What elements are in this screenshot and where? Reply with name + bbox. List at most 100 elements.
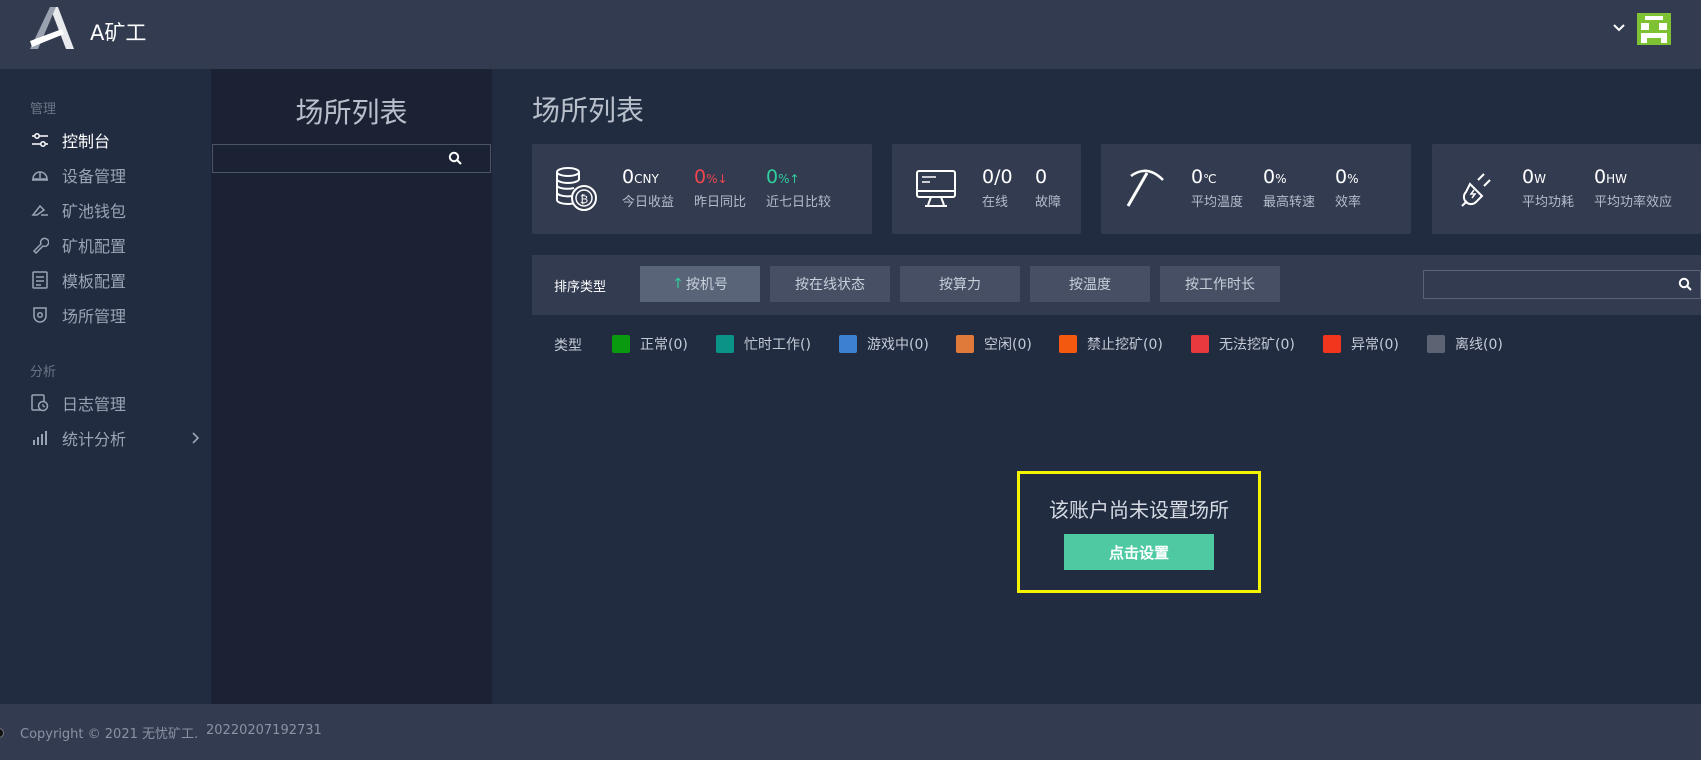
avg-power-unit: W [1534,172,1546,186]
footer-badge-icon [0,728,4,738]
legend-item[interactable]: 忙时工作() [716,334,811,354]
empty-state-message: 该账户尚未设置场所 [1049,498,1229,522]
legend-type-label: 类型 [554,338,582,354]
online-card: 0/0 在线 0 故障 [892,144,1081,234]
sort-by-uptime-button[interactable]: 按工作时长 [1160,266,1280,302]
logo-icon [30,7,74,49]
sort-type-label: 排序类型 [554,280,607,295]
sort-by-temperature-button[interactable]: 按温度 [1030,266,1150,302]
legend-item[interactable]: 游戏中(0) [839,334,929,354]
power-efficiency-value: 0 [1594,166,1607,188]
legend-item[interactable]: 无法挖矿(0) [1191,334,1295,354]
legend-swatch [1191,335,1209,353]
sidebar-item-template-config[interactable]: 模板配置 [30,265,200,295]
template-icon [30,270,50,290]
sidebar-item-statistics[interactable]: 统计分析 [30,423,200,453]
legend-label: 忙时工作() [744,337,811,353]
sidebar-item-site-management[interactable]: 场所管理 [30,300,200,330]
max-speed-value: 0 [1263,166,1276,188]
app-logo-text: A矿工 [90,21,147,45]
sort-bar: 排序类型 ↑ 按机号 按在线状态 按算力 按温度 按工作时长 [532,255,1701,315]
avg-temp-value: 0 [1191,166,1204,188]
empty-state: 该账户尚未设置场所 点击设置 [1017,471,1261,593]
legend-label: 无法挖矿(0) [1219,337,1295,353]
sort-by-hashrate-button[interactable]: 按算力 [900,266,1020,302]
avatar-pixel-icon [1641,16,1667,43]
chevron-down-icon[interactable] [1612,21,1626,35]
week-compare-label: 近七日比较 [766,195,832,210]
power-efficiency-stat: 0HW 平均功率效应 [1594,166,1672,210]
sort-by-machine-button[interactable]: ↑ 按机号 [640,266,760,302]
search-icon[interactable] [448,151,462,165]
sidebar-item-label: 控制台 [62,132,111,151]
sidebar-item-miner-config[interactable]: 矿机配置 [30,230,200,260]
week-compare-value: 0 [766,166,779,188]
efficiency-stat: 0% 效率 [1335,166,1361,210]
machine-search-input[interactable] [1424,271,1664,298]
legend-label: 离线(0) [1455,337,1503,353]
arrow-up-icon: ↑ [789,172,800,186]
site-list-panel: 场所列表 [211,69,492,704]
arrow-up-icon: ↑ [672,276,684,292]
sidebar-item-console[interactable]: 控制台 [30,125,200,155]
sidebar-item-wallet[interactable]: 矿池钱包 [30,195,200,225]
sidebar-item-label: 矿机配置 [62,237,127,256]
avg-temp-unit: ℃ [1203,172,1217,186]
site-search-input[interactable] [213,145,443,172]
legend-item[interactable]: 禁止挖矿(0) [1059,334,1163,354]
yesterday-compare-stat: 0%↓ 昨日同比 [694,166,746,210]
bar-chart-icon [30,428,50,448]
legend-item[interactable]: 异常(0) [1323,334,1399,354]
sidebar-item-devices[interactable]: 设备管理 [30,160,200,190]
machine-search-box [1423,270,1701,299]
online-label: 在线 [982,195,1009,210]
yesterday-compare-value: 0 [694,166,707,188]
today-income-unit: CNY [634,172,659,186]
legend-item[interactable]: 正常(0) [612,334,688,354]
efficiency-unit: % [1347,172,1359,186]
sidebar-item-label: 日志管理 [62,395,127,414]
sort-by-online-button[interactable]: 按在线状态 [770,266,890,302]
today-income-label: 今日收益 [622,195,675,210]
legend-label: 正常(0) [640,337,688,353]
chevron-right-icon [192,432,200,444]
footer: Copyright © 2021 无忧矿工. 20220207192731 [0,704,1701,760]
yesterday-compare-unit: % [706,172,718,186]
power-card: 0 W 平均功耗 0HW 平均功率效应 [1432,144,1701,234]
fault-label: 故障 [1035,195,1062,210]
sidebar-item-label: 统计分析 [62,430,127,449]
log-clock-icon [30,393,50,413]
sliders-icon [30,130,50,150]
power-efficiency-unit: HW [1606,172,1627,186]
max-speed-label: 最高转速 [1263,195,1316,210]
legend-label: 异常(0) [1351,337,1399,353]
sidebar-item-label: 设备管理 [62,167,127,186]
avg-power-label: 平均功耗 [1522,195,1575,210]
week-compare-unit: % [778,172,790,186]
online-value: 0/0 [982,166,1013,188]
sidebar-item-logs[interactable]: 日志管理 [30,388,200,418]
setup-site-button[interactable]: 点击设置 [1064,534,1214,570]
legend-item[interactable]: 离线(0) [1427,334,1503,354]
legend-item[interactable]: 空闲(0) [956,334,1032,354]
sidebar-item-label: 模板配置 [62,272,127,291]
sidebar: 管理 控制台 设备管理 矿池钱包 矿机配置 模板配置 场所管理 分析 日志管理 … [0,69,211,704]
avatar[interactable] [1637,13,1671,45]
fault-stat: 0 故障 [1035,166,1061,210]
search-icon[interactable] [1678,277,1692,291]
efficiency-label: 效率 [1335,195,1362,210]
sidebar-item-label: 场所管理 [62,307,127,326]
pickaxe-icon [1126,169,1164,207]
coins-icon: ₿ [556,167,597,211]
arrow-down-icon: ↓ [717,172,728,186]
legend-label: 禁止挖矿(0) [1087,337,1163,353]
page-title: 场所列表 [532,94,645,127]
max-speed-unit: % [1275,172,1287,186]
avg-temp-stat: 0℃ 平均温度 [1191,166,1243,210]
today-income-stat: 0CNY 今日收益 [622,166,674,210]
legend-swatch [1323,335,1341,353]
fault-value: 0 [1035,166,1048,188]
legend-swatch [839,335,857,353]
top-bar: A矿工 [0,0,1701,69]
legend-swatch [1059,335,1077,353]
